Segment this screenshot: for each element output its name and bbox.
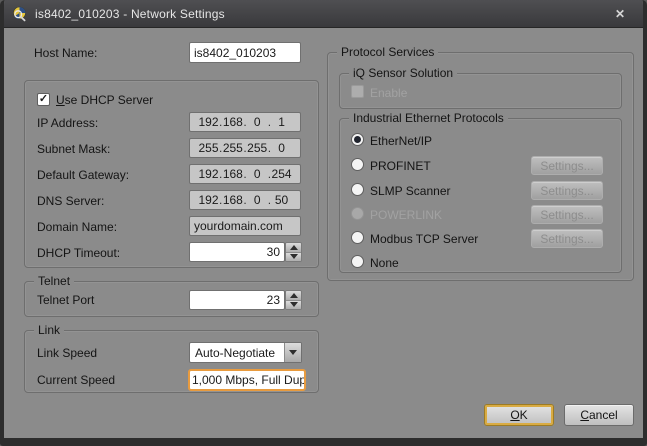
host-name-value: is8402_010203 — [194, 46, 276, 60]
radio-powerlink-label: POWERLINK — [370, 208, 442, 222]
telnet-group-title: Telnet — [34, 274, 74, 288]
telnet-port-spinner[interactable] — [285, 290, 302, 310]
iq-enable-label: Enable — [370, 86, 407, 100]
radio-slmp-scanner-label: SLMP Scanner — [370, 184, 451, 198]
use-dhcp-label: Use DHCP Server — [56, 93, 153, 107]
dns-server-label: DNS Server: — [37, 194, 104, 208]
radio-none-label: None — [370, 256, 399, 270]
spin-up-icon[interactable] — [286, 291, 301, 301]
insight-app-icon — [12, 6, 28, 22]
protocol-services-title: Protocol Services — [337, 45, 438, 59]
title-bar: is8402_010203 - Network Settings ✕ — [4, 0, 643, 28]
telnet-port-input[interactable]: 23 — [189, 290, 285, 310]
radio-profinet[interactable] — [351, 158, 364, 171]
link-speed-dropdown[interactable]: Auto-Negotiate — [189, 342, 302, 363]
spin-down-icon[interactable] — [286, 253, 301, 262]
subnet-mask-input: 255.255.255.0 — [189, 138, 301, 158]
cancel-button[interactable]: Cancel — [564, 404, 634, 426]
radio-profinet-label: PROFINET — [370, 159, 431, 173]
spin-down-icon[interactable] — [286, 301, 301, 310]
powerlink-settings-button: Settings... — [531, 205, 603, 224]
ok-button[interactable]: OK — [484, 404, 554, 426]
link-speed-label: Link Speed — [37, 346, 97, 360]
ip-address-label: IP Address: — [37, 116, 98, 130]
host-name-label: Host Name: — [34, 46, 97, 60]
network-settings-dialog: is8402_010203 - Network Settings ✕ Host … — [0, 0, 647, 446]
domain-name-label: Domain Name: — [37, 220, 117, 234]
current-speed-value: 1,000 Mbps, Full Dup — [192, 373, 306, 387]
current-speed-field: 1,000 Mbps, Full Dup — [188, 369, 306, 391]
close-icon: ✕ — [615, 7, 625, 21]
modbus-settings-button: Settings... — [531, 229, 603, 248]
iq-sensor-title: iQ Sensor Solution — [349, 66, 457, 80]
link-speed-value: Auto-Negotiate — [190, 343, 284, 362]
dhcp-timeout-input[interactable]: 30 — [189, 242, 285, 262]
host-name-input[interactable]: is8402_010203 — [189, 42, 301, 63]
telnet-port-label: Telnet Port — [37, 293, 94, 307]
iq-enable-checkbox — [351, 85, 364, 98]
dns-server-input: 192.168.0.50 — [189, 190, 301, 210]
subnet-mask-label: Subnet Mask: — [37, 142, 110, 156]
domain-name-input: yourdomain.com — [189, 216, 301, 236]
industrial-protocols-title: Industrial Ethernet Protocols — [349, 111, 508, 125]
window-title: is8402_010203 - Network Settings — [35, 7, 605, 21]
slmp-settings-button: Settings... — [531, 181, 603, 200]
radio-none[interactable] — [351, 255, 364, 268]
dhcp-timeout-label: DHCP Timeout: — [37, 246, 120, 260]
default-gateway-input: 192.168.0.254 — [189, 164, 301, 184]
use-dhcp-checkbox[interactable]: ✓ — [37, 93, 50, 106]
radio-ethernet-ip-label: EtherNet/IP — [370, 134, 432, 148]
radio-slmp-scanner[interactable] — [351, 183, 364, 196]
dhcp-timeout-spinner[interactable] — [285, 242, 302, 262]
profinet-settings-button: Settings... — [531, 156, 603, 175]
close-button[interactable]: ✕ — [605, 4, 635, 24]
link-group-title: Link — [34, 323, 64, 337]
spin-up-icon[interactable] — [286, 243, 301, 253]
radio-modbus-tcp-label: Modbus TCP Server — [370, 232, 478, 246]
chevron-down-icon[interactable] — [284, 343, 301, 362]
radio-powerlink — [351, 207, 364, 220]
radio-ethernet-ip[interactable] — [351, 133, 364, 146]
radio-modbus-tcp[interactable] — [351, 231, 364, 244]
current-speed-label: Current Speed — [37, 373, 115, 387]
default-gateway-label: Default Gateway: — [37, 168, 129, 182]
ip-address-input: 192.168.0.1 — [189, 112, 301, 132]
